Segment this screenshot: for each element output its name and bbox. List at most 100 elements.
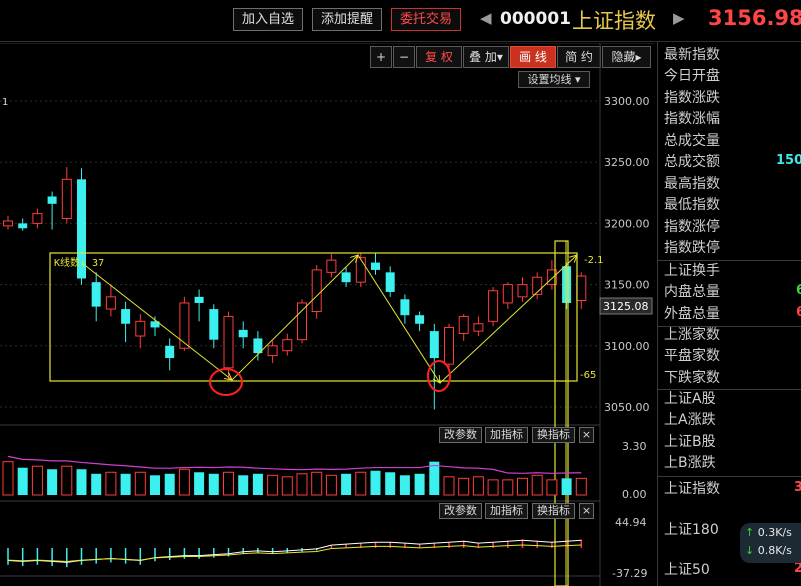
- volume-bar: [47, 469, 58, 495]
- volume-bar: [487, 479, 499, 496]
- upload-speed: ↑ 0.3K/s: [745, 526, 792, 539]
- add-watchlist-button[interactable]: 加入自选: [233, 8, 304, 31]
- volume-bar: [208, 473, 219, 495]
- network-speed-widget: ↑ 0.3K/s ↓ 0.8K/s: [740, 523, 801, 563]
- box-lower-mark: -65: [580, 370, 596, 381]
- macd-layer: [7, 539, 583, 568]
- quote-label: 上B涨跌: [664, 455, 716, 471]
- index-item[interactable]: 上证指数: [664, 478, 720, 498]
- candle-body: [311, 269, 322, 313]
- candle-body: [32, 213, 43, 224]
- price-ytick: 3100.00: [604, 340, 650, 353]
- macd-add-indicator-button[interactable]: 加指标: [485, 503, 528, 519]
- quote-label: 最高指数: [664, 176, 720, 192]
- candle-body: [223, 315, 234, 369]
- volume-bar: [502, 479, 514, 496]
- volume-bar: [223, 471, 234, 496]
- volume-bar: [531, 474, 543, 496]
- candle-body: [3, 220, 13, 227]
- candle-body: [105, 296, 116, 310]
- volume-bar: [517, 477, 528, 496]
- quote-label: 上证A股: [664, 391, 716, 407]
- volume-bar: [252, 473, 263, 495]
- candle-body: [326, 259, 337, 273]
- volume-bar: [134, 471, 146, 496]
- volume-bar: [194, 472, 205, 495]
- quote-label: 上涨家数: [664, 327, 720, 343]
- candle-body: [179, 302, 190, 349]
- turnover-value: 150: [776, 153, 801, 168]
- quote-label: 上证B股: [664, 434, 716, 450]
- candle-body: [47, 196, 57, 204]
- volume-bar: [76, 469, 87, 495]
- vol-close-icon[interactable]: ×: [579, 427, 594, 443]
- vol-ytick: 3.30: [622, 440, 647, 453]
- volume-bar: [355, 471, 367, 496]
- add-alert-button[interactable]: 添加提醒: [312, 8, 383, 31]
- candle-body: [502, 284, 513, 304]
- macd-params-button[interactable]: 改参数: [439, 503, 482, 519]
- quote-label: 上A涨跌: [664, 412, 716, 428]
- volume-bar: [281, 476, 293, 496]
- volume-bar: [399, 475, 410, 495]
- stock-code: 000001: [500, 9, 571, 29]
- macd-close-icon[interactable]: ×: [579, 503, 594, 519]
- trade-button[interactable]: 委托交易: [391, 8, 462, 31]
- quote-label: 下跌家数: [664, 370, 720, 386]
- prev-stock-icon[interactable]: ◀: [480, 9, 492, 27]
- macd-ytick: 44.94: [615, 516, 647, 529]
- candles-layer: [3, 167, 587, 410]
- volume-bar: [414, 473, 425, 495]
- stock-name: 上证指数: [572, 9, 656, 33]
- volume-bar: [178, 468, 190, 496]
- macd-switch-indicator-button[interactable]: 换指标: [532, 503, 575, 519]
- price-ytick: 3300.00: [604, 95, 650, 108]
- candle-body: [194, 296, 204, 303]
- next-stock-icon[interactable]: ▶: [673, 9, 685, 27]
- top-bar: 加入自选 添加提醒 委托交易 ◀ 000001 上证指数 ▶ 3156.98: [0, 0, 801, 42]
- outer-volume-value: 6: [796, 305, 801, 320]
- volume-bar: [150, 475, 160, 495]
- chart-area: 3300.00 3250.00 3200.00 3150.00 3100.00 3050.…: [0, 43, 655, 586]
- price-ytick: 3200.00: [604, 217, 650, 230]
- volume-bar: [61, 465, 73, 496]
- index-item[interactable]: 上证180: [664, 519, 719, 539]
- candle-body: [238, 329, 248, 338]
- volume-bar: [296, 473, 308, 496]
- quote-label: 上证换手: [664, 263, 720, 279]
- candle-body: [61, 178, 72, 220]
- candle-body: [135, 320, 146, 337]
- candle-body: [267, 345, 278, 357]
- quote-label: 内盘总量: [664, 284, 720, 300]
- kline-count-label: K线数: 37: [54, 256, 104, 269]
- candle-body: [341, 272, 351, 283]
- candle-body: [371, 262, 380, 270]
- candle-body: [444, 326, 454, 365]
- vol-params-button[interactable]: 改参数: [439, 427, 482, 443]
- quote-label: 今日开盘: [664, 68, 720, 84]
- volume-ma-line: [7, 455, 582, 474]
- volume-bar: [91, 473, 102, 495]
- volume-bar: [575, 477, 587, 496]
- quote-label: 指数涨幅: [664, 111, 720, 127]
- candle-body: [400, 299, 410, 316]
- candle-body: [415, 315, 425, 324]
- volume-bar: [561, 478, 572, 495]
- candle-body: [517, 284, 528, 298]
- index-item[interactable]: 上证50: [664, 559, 710, 579]
- vol-add-indicator-button[interactable]: 加指标: [485, 427, 528, 443]
- current-price-tag-text: 3125.08: [603, 300, 649, 313]
- candle-body: [385, 272, 395, 292]
- index-value: 3: [794, 480, 801, 495]
- price-ytick: 3150.00: [604, 279, 650, 292]
- vol-ytick: 0.00: [622, 488, 647, 501]
- volume-bar: [370, 470, 381, 495]
- candle-body: [91, 282, 101, 307]
- candle-body: [297, 302, 307, 341]
- volume-bar: [164, 473, 175, 495]
- vol-switch-indicator-button[interactable]: 换指标: [532, 427, 575, 443]
- volume-bar: [325, 474, 337, 496]
- divider: [658, 476, 801, 477]
- candle-body: [282, 339, 293, 352]
- candle-body: [18, 223, 28, 229]
